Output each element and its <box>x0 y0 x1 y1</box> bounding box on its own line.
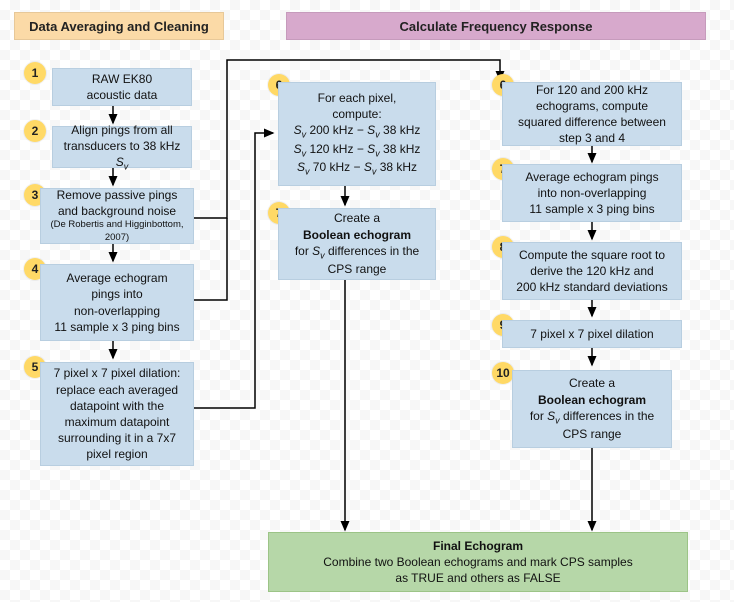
box-dilation-right: 7 pixel x 7 pixel dilation <box>502 320 682 348</box>
final-text: Combine two Boolean echograms and mark C… <box>277 554 679 586</box>
sv-row-1: Sv 200 kHz − Sv 38 kHz <box>287 122 427 141</box>
box-final-echogram: Final Echogram Combine two Boolean echog… <box>268 532 688 592</box>
step-number-2: 2 <box>24 120 46 142</box>
box-average-right: Average echogram pings into non-overlapp… <box>502 164 682 222</box>
box-squared-diff: For 120 and 200 kHz echograms, compute s… <box>502 82 682 146</box>
box-remove-noise: Remove passive pings and background nois… <box>40 188 194 244</box>
header-right-text: Calculate Frequency Response <box>400 19 593 34</box>
final-title: Final Echogram <box>277 538 679 554</box>
box-boolean-echogram-mid: Create a Boolean echogram for Sv differe… <box>278 208 436 280</box>
header-right: Calculate Frequency Response <box>286 12 706 40</box>
box-raw-ek80-text: RAW EK80 acoustic data <box>61 71 183 103</box>
header-left-text: Data Averaging and Cleaning <box>29 19 209 34</box>
box-compute-sv-diffs: For each pixel, compute: Sv 200 kHz − Sv… <box>278 82 436 186</box>
box-align-pings-text: Align pings from all transducers to 38 k… <box>64 123 181 153</box>
box-sqrt-stddev: Compute the square root to derive the 12… <box>502 242 682 300</box>
sv-row-3: Sv 70 kHz − Sv 38 kHz <box>287 159 427 178</box>
box-boolean-echogram-right: Create a Boolean echogram for Sv differe… <box>512 370 672 448</box>
box-align-pings: Align pings from all transducers to 38 k… <box>52 126 192 168</box>
box-average-echogram: Average echogram pings into non-overlapp… <box>40 264 194 341</box>
box-dilation-7x7: 7 pixel x 7 pixel dilation: replace each… <box>40 362 194 466</box>
box-remove-noise-citation: (De Robertis and Higginbottom, 2007) <box>49 219 185 245</box>
box-dilation-7x7-text: 7 pixel x 7 pixel dilation: replace each… <box>49 365 185 462</box>
step-number-r10: 10 <box>492 362 514 384</box>
header-left: Data Averaging and Cleaning <box>14 12 224 40</box>
sv-row-2: Sv 120 kHz − Sv 38 kHz <box>287 141 427 160</box>
step-number-1: 1 <box>24 62 46 84</box>
box-compute-sv-intro: For each pixel, compute: <box>287 90 427 122</box>
box-average-echogram-text: Average echogram pings into non-overlapp… <box>49 270 185 335</box>
diagram-canvas: Data Averaging and Cleaning Calculate Fr… <box>0 0 734 602</box>
box-raw-ek80: RAW EK80 acoustic data <box>52 68 192 106</box>
